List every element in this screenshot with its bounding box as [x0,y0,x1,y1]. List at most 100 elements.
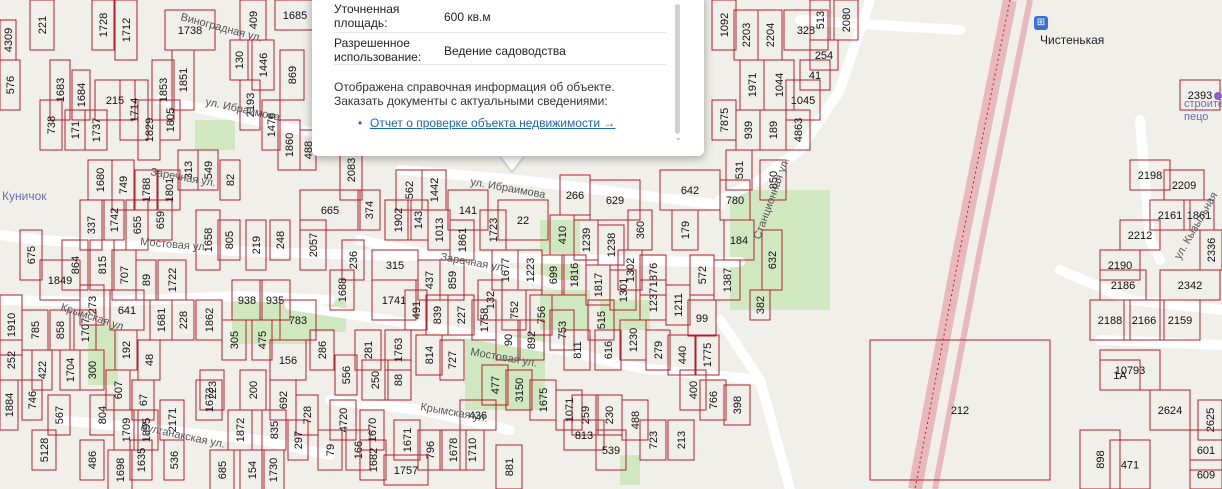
parcel-number: 1788 [141,178,153,202]
parcel-number: 1730 [268,458,280,482]
parcel-number: 869 [287,66,299,84]
parcel-number: 236 [348,251,360,269]
parcel-number: 1741 [382,295,406,307]
parcel-number: 531 [734,161,746,179]
station-label: Чистенькая [1040,33,1105,47]
area-value: 600 кв.м [444,10,491,24]
parcel-number: 409 [248,11,260,29]
poi-label-left[interactable]: Куничок [2,189,47,203]
popup-tail [500,155,524,171]
parcel-number: 1758 [479,308,491,332]
parcel-number: 279 [653,341,665,359]
parcel-number: 171 [70,121,82,139]
parcel-number: 130 [234,51,246,69]
parcel-number: 1301 [618,278,630,302]
parcel-number: 835 [269,421,281,439]
parcel-number: 305 [229,331,241,349]
parcel-number: 601 [1197,445,1215,457]
parcel-number: 477 [490,376,502,394]
parcel-number: 400 [688,381,700,399]
parcel-number: 1237 [648,288,660,312]
parcel-number: 567 [54,406,66,424]
parcel-number: 727 [447,351,459,369]
parcel-number: 179 [680,221,692,239]
usage-row: Разрешенное использование: Ведение садов… [334,34,666,65]
parcel-number: 1688 [337,278,349,302]
parcel-number: 785 [30,321,42,339]
area-label: Уточненная площадь: [334,2,400,30]
parcel-number: 1092 [719,13,731,37]
parcel-number: 5128 [39,438,51,462]
parcel-number: 154 [247,461,259,479]
parcel-number: 2161 [1158,210,1182,222]
parcel-number: 213 [676,431,688,449]
parcel-number: 2186 [1111,280,1135,292]
parcel-number: 749 [118,176,130,194]
parcel-number: 1A [1113,370,1127,382]
parcel-number: 723 [648,431,660,449]
parcel-number: 2342 [1178,280,1202,292]
parcel-number: 1709 [121,418,133,442]
parcel-number: 1013 [434,218,446,242]
parcel-number: 286 [317,341,329,359]
parcel-number: 2083 [346,158,358,182]
parcel-number: 230 [604,406,616,424]
parcel-number: 48 [144,354,156,366]
parcel-number: 192 [121,341,133,359]
parcel-number: 1763 [393,338,405,362]
popup-scrollbar[interactable] [675,4,680,134]
parcel-number: 811 [572,341,584,359]
parcel-number: 1044 [774,73,786,97]
parcel-number: 707 [119,266,131,284]
parcel-number: 858 [55,321,67,339]
parcel-number: 2209 [1172,180,1196,192]
parcel-number: 609 [1197,470,1215,482]
parcel-number: 1805 [165,108,177,132]
parcel-number: 90 [503,334,515,346]
poi-label-right[interactable]: строител пецо [1184,98,1222,124]
parcel-number: 437 [424,271,436,289]
parcel-number: 756 [536,306,548,324]
parcel-number: 556 [341,366,353,384]
parcel-number: 892 [526,331,538,349]
parcel-number: 141 [459,205,477,217]
area-row: Уточненная площадь: 600 кв.м [334,2,666,33]
scroll-down-icon[interactable]: ⌄ [674,132,682,143]
parcel-number: 440 [677,346,689,364]
parcel-number: 143 [413,211,425,229]
parcel-number: 315 [386,260,404,272]
parcel-number: 536 [169,451,181,469]
parcel-number: 616 [603,341,615,359]
parcel-number: 1860 [284,133,296,157]
parcel-number: 410 [557,226,569,244]
parcel-number: 1045 [791,95,815,107]
parcel-number: 2204 [765,23,777,47]
parcel-number: 248 [275,231,287,249]
parcel-number: 1775 [702,343,714,367]
cadastral-map[interactable]: 221 1728 1712 1738 1685 409 576 4309 1683 1684 215… [0,0,1222,489]
parcel-number: 491 [411,301,423,319]
parcel-number: 1876 [648,263,660,287]
parcel-number: 1851 [178,68,190,92]
parcel-number: 189 [768,121,780,139]
parcel-number: 398 [732,396,744,414]
parcel-number: 1971 [747,73,759,97]
parcel-number: 2166 [1132,315,1156,327]
parcel-number: 2203 [741,23,753,47]
parcel-number: 374 [364,201,376,219]
parcel-number: 2188 [1098,315,1122,327]
parcel-number: 1829 [144,118,156,142]
report-link[interactable]: Отчет о проверке объекта недвижимости → [370,116,615,130]
parcel-number: 328 [797,25,815,37]
parcel-number: 1861 [457,228,469,252]
parcel-number: 99 [696,313,708,325]
parcel-number: 1071 [564,398,576,422]
parcel-number: 1884 [4,393,16,417]
parcel-number: 266 [566,190,584,202]
parcel-number: 475 [257,331,269,349]
parcel-number: 250 [370,371,382,389]
parcel-number: 212 [951,405,969,417]
parcel-number: 1902 [393,208,405,232]
parcel-number: 607 [113,381,125,399]
parcel-number: 252 [6,351,18,369]
